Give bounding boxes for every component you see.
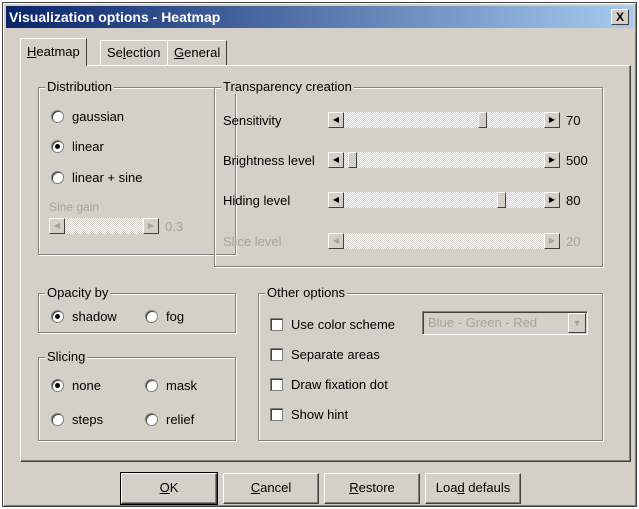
cancel-button[interactable]: Cancel — [223, 473, 319, 504]
slicing-group: Slicing — [38, 349, 236, 441]
sensitivity-thumb[interactable] — [478, 112, 487, 128]
ok-button[interactable]: OK — [120, 472, 218, 505]
tab-heatmap[interactable]: Heatmap — [20, 38, 87, 66]
slicing-radio-relief[interactable] — [145, 413, 158, 426]
tab-selection-label: Selection — [107, 45, 161, 60]
distribution-label-gaussian: gaussian — [72, 109, 125, 124]
tab-general-label: General — [174, 45, 221, 60]
chevron-down-icon[interactable]: ▼ — [568, 313, 586, 333]
show-hint-checkbox[interactable] — [270, 408, 283, 421]
slicing-radio-steps[interactable] — [51, 413, 64, 426]
sensitivity-right-arrow-icon[interactable]: ▶ — [544, 112, 560, 128]
opacity-group-label: Opacity by — [45, 285, 111, 300]
opacity-radio-fog[interactable] — [145, 310, 158, 323]
color-scheme-select[interactable]: Blue - Green - Red ▼ — [422, 311, 588, 335]
hiding-level-label: Hiding level — [223, 193, 291, 208]
slice-level-label: Slice level — [223, 234, 282, 249]
tab-general[interactable]: General — [167, 40, 228, 65]
cancel-button-label: Cancel — [250, 480, 292, 495]
ok-button-label: OK — [159, 480, 179, 495]
slicing-label-mask: mask — [166, 378, 198, 393]
sine-gain-value: 0.3 — [165, 219, 184, 234]
sine-gain-slider[interactable]: ◀ ▶ — [49, 218, 159, 234]
color-scheme-value: Blue - Green - Red — [428, 315, 538, 330]
opacity-radio-shadow[interactable] — [51, 310, 64, 323]
brightness-level-slider[interactable]: ◀ ▶ — [328, 152, 560, 168]
transparency-group-label: Transparency creation — [221, 79, 354, 94]
distribution-label-linear: linear — [72, 139, 104, 154]
sine-gain-right-arrow-icon[interactable]: ▶ — [143, 218, 159, 234]
distribution-label-linear-sine: linear + sine — [72, 170, 143, 185]
slice-level-slider[interactable]: ◀ ▶ — [328, 233, 560, 249]
restore-button[interactable]: Restore — [324, 473, 420, 504]
brightness-thumb[interactable] — [348, 152, 357, 168]
brightness-right-arrow-icon[interactable]: ▶ — [544, 152, 560, 168]
draw-fixation-dot-checkbox[interactable] — [270, 378, 283, 391]
distribution-radio-linear[interactable] — [51, 140, 64, 153]
tab-heatmap-label: Heatmap — [27, 44, 80, 59]
sensitivity-left-arrow-icon[interactable]: ◀ — [328, 112, 344, 128]
hiding-right-arrow-icon[interactable]: ▶ — [544, 192, 560, 208]
hiding-level-slider[interactable]: ◀ ▶ — [328, 192, 560, 208]
sine-gain-left-arrow-icon[interactable]: ◀ — [49, 218, 65, 234]
title-bar[interactable]: Visualization options - Heatmap X — [6, 6, 633, 28]
slicing-radio-mask[interactable] — [145, 379, 158, 392]
distribution-radio-linear-sine[interactable] — [51, 171, 64, 184]
slicing-label-none: none — [72, 378, 101, 393]
sensitivity-value: 70 — [566, 113, 581, 128]
opacity-label-fog: fog — [166, 309, 185, 324]
draw-fixation-dot-label: Draw fixation dot — [291, 377, 388, 392]
brightness-level-label: Brightness level — [223, 153, 315, 168]
sensitivity-label: Sensitivity — [223, 113, 282, 128]
sensitivity-slider[interactable]: ◀ ▶ — [328, 112, 560, 128]
slice-right-arrow-icon[interactable]: ▶ — [544, 233, 560, 249]
load-defaults-button[interactable]: Load defauls — [425, 473, 521, 504]
slicing-label-relief: relief — [166, 412, 195, 427]
hiding-left-arrow-icon[interactable]: ◀ — [328, 192, 344, 208]
show-hint-label: Show hint — [291, 407, 349, 422]
slicing-radio-none[interactable] — [51, 379, 64, 392]
slicing-label-steps: steps — [72, 412, 104, 427]
use-color-scheme-label: Use color scheme — [291, 317, 396, 332]
window-title: Visualization options - Heatmap — [9, 9, 221, 25]
slicing-group-label: Slicing — [45, 349, 88, 364]
hiding-thumb[interactable] — [497, 192, 506, 208]
brightness-level-value: 500 — [566, 153, 588, 168]
opacity-label-shadow: shadow — [72, 309, 117, 324]
use-color-scheme-checkbox[interactable] — [270, 318, 283, 331]
restore-button-label: Restore — [349, 480, 395, 495]
separate-areas-checkbox[interactable] — [270, 348, 283, 361]
hiding-level-value: 80 — [566, 193, 581, 208]
other-options-group-label: Other options — [265, 285, 348, 300]
distribution-radio-gaussian[interactable] — [51, 110, 64, 123]
slice-level-value: 20 — [566, 234, 581, 249]
sine-gain-label: Sine gain — [49, 200, 100, 214]
separate-areas-label: Separate areas — [291, 347, 380, 362]
slice-left-arrow-icon[interactable]: ◀ — [328, 233, 344, 249]
tab-selection[interactable]: Selection — [100, 40, 168, 65]
close-button[interactable]: X — [611, 9, 629, 25]
opacity-group: Opacity by — [38, 285, 236, 333]
brightness-left-arrow-icon[interactable]: ◀ — [328, 152, 344, 168]
load-defaults-button-label: Load defauls — [435, 480, 511, 495]
distribution-group-label: Distribution — [45, 79, 115, 94]
